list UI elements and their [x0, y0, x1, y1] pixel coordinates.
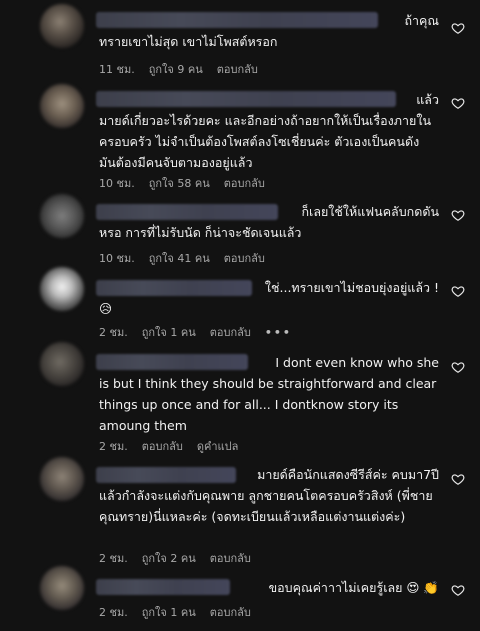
comment-meta: 11 ชม. ถูกใจ 9 คน ตอบกลับ: [99, 60, 258, 78]
heart-icon[interactable]: [451, 96, 465, 110]
avatar[interactable]: [40, 566, 84, 610]
timestamp: 2 ชม.: [99, 440, 128, 453]
heart-icon[interactable]: [451, 472, 465, 486]
comment-meta: 2 ชม. ตอบกลับ ดูคำแปล: [99, 437, 238, 455]
comment-meta: 2 ชม. ถูกใจ 2 คน ตอบกลับ: [99, 549, 251, 567]
avatar[interactable]: [40, 342, 84, 386]
timestamp: 11 ชม.: [99, 63, 135, 76]
reply-button[interactable]: ตอบกลับ: [142, 437, 183, 455]
heart-icon[interactable]: [451, 208, 465, 222]
heart-icon[interactable]: [451, 360, 465, 374]
comment-text: แล้ว มายด์เกี่ยวอะไรด้วยคะ และอีกอย่างถ้…: [99, 92, 439, 170]
avatar[interactable]: [40, 4, 84, 48]
comment-meta: 2 ชม. ถูกใจ 1 คน ตอบกลับ •••: [99, 323, 292, 341]
comment-text: มายด์คือนักแสดงซีรีส์ค่ะ คบมา7ปี แล้วกำล…: [99, 467, 439, 524]
timestamp: 10 ชม.: [99, 252, 135, 265]
timestamp: 2 ชม.: [99, 552, 128, 565]
reply-button[interactable]: ตอบกลับ: [224, 249, 265, 267]
avatar[interactable]: [40, 194, 84, 238]
more-options-icon[interactable]: •••: [265, 326, 292, 339]
reply-button[interactable]: ตอบกลับ: [224, 174, 265, 192]
avatar[interactable]: [40, 267, 84, 311]
translate-button[interactable]: ดูคำแปล: [197, 437, 239, 455]
heart-icon[interactable]: [451, 21, 465, 35]
likes-count[interactable]: ถูกใจ 1 คน: [142, 603, 196, 621]
likes-count[interactable]: ถูกใจ 9 คน: [149, 60, 203, 78]
reply-button[interactable]: ตอบกลับ: [210, 603, 251, 621]
heart-icon[interactable]: [451, 284, 465, 298]
comment-text: ใช่...ทรายเขาไม่ชอบยุ่งอยู่แล้ว ! 😥: [99, 280, 439, 316]
timestamp: 2 ชม.: [99, 606, 128, 619]
timestamp: 2 ชม.: [99, 326, 128, 339]
reply-button[interactable]: ตอบกลับ: [217, 60, 258, 78]
reply-button[interactable]: ตอบกลับ: [210, 549, 251, 567]
comment-meta: 10 ชม. ถูกใจ 41 คน ตอบกลับ: [99, 249, 265, 267]
comment-text: ขอบคุณค่าาาไม่เคยรู้เลย 😍 👏: [268, 580, 439, 595]
comment-text: ถ้าคุณ ทรายเขาไม่สุด เขาไม่โพสต์หรอก: [99, 13, 439, 49]
likes-count[interactable]: ถูกใจ 1 คน: [142, 323, 196, 341]
likes-count[interactable]: ถูกใจ 41 คน: [149, 249, 210, 267]
likes-count[interactable]: ถูกใจ 58 คน: [149, 174, 210, 192]
comment-meta: 10 ชม. ถูกใจ 58 คน ตอบกลับ: [99, 174, 265, 192]
heart-icon[interactable]: [451, 583, 465, 597]
comment-text: I dont even know who she is but I think …: [99, 355, 439, 433]
reply-button[interactable]: ตอบกลับ: [210, 323, 251, 341]
avatar[interactable]: [40, 457, 84, 501]
comment-meta: 2 ชม. ถูกใจ 1 คน ตอบกลับ: [99, 603, 251, 621]
timestamp: 10 ชม.: [99, 177, 135, 190]
comment-text: ก็เลยใช้ให้แฟนคลับกดดัน หรอ การที่ไม่รับ…: [99, 204, 439, 240]
likes-count[interactable]: ถูกใจ 2 คน: [142, 549, 196, 567]
avatar[interactable]: [40, 84, 84, 128]
